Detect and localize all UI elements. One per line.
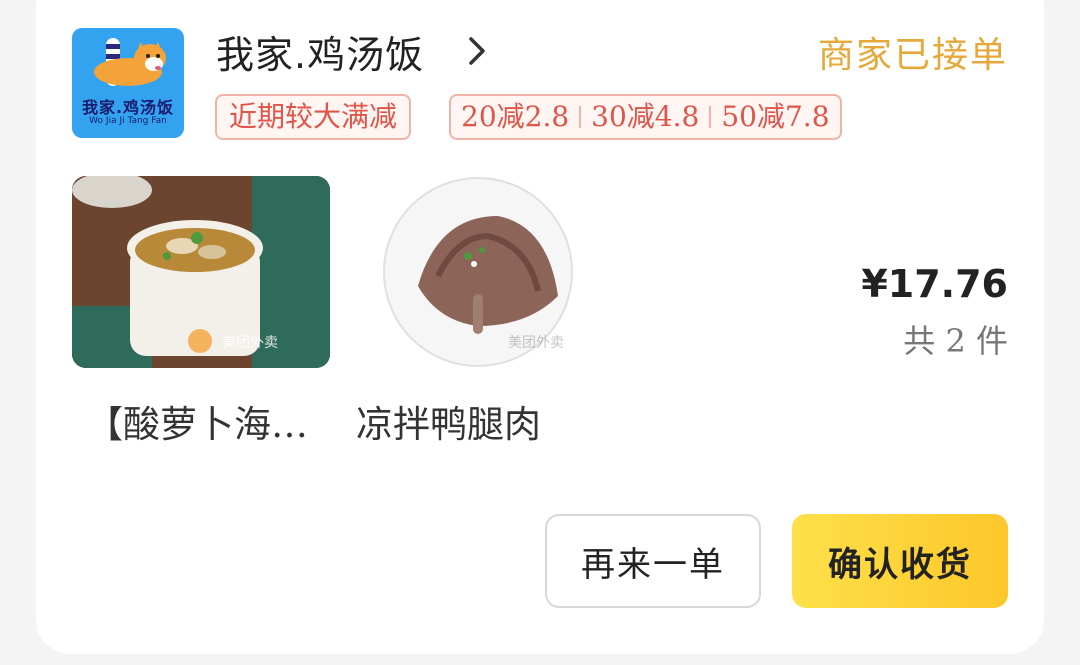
product-name: 【酸萝卜海… xyxy=(86,403,308,446)
product-name: 凉拌鸭腿肉 xyxy=(356,403,541,446)
watermark: 美团外卖 xyxy=(222,335,278,351)
deal-item: 50减7.8 xyxy=(721,100,830,133)
deal-divider xyxy=(709,106,712,128)
logo-subtext: Wo Jia Ji Tang Fan xyxy=(89,116,167,126)
order-status: 商家已接单 xyxy=(817,35,1008,76)
reorder-button[interactable]: 再来一单 xyxy=(545,514,761,608)
deal-item: 20减2.8 xyxy=(461,100,570,133)
deal-divider xyxy=(579,106,582,128)
duck-photo-icon xyxy=(378,176,636,368)
promo-deals: 20减2.8 30减4.8 50减7.8 xyxy=(449,94,842,140)
deal-item: 30减4.8 xyxy=(591,100,700,133)
product-image-duck[interactable]: 美团外卖 xyxy=(378,176,636,368)
confirm-receipt-button[interactable]: 确认收货 xyxy=(792,514,1008,608)
product-image-soup[interactable]: 美团外卖 xyxy=(72,176,330,368)
watermark: 美团外卖 xyxy=(508,335,564,351)
order-price: ¥17.76 xyxy=(861,262,1008,306)
promo-tag: 近期较大满减 xyxy=(215,94,412,140)
logo-text: 我家.鸡汤饭 xyxy=(81,98,175,117)
item-count: 共 2 件 xyxy=(903,322,1008,360)
store-name[interactable]: 我家.鸡汤饭 xyxy=(216,24,424,79)
chevron-right-icon[interactable] xyxy=(462,34,492,68)
store-logo[interactable]: 我家.鸡汤饭 Wo Jia Ji Tang Fan xyxy=(72,28,184,138)
soup-photo-icon xyxy=(72,176,330,368)
